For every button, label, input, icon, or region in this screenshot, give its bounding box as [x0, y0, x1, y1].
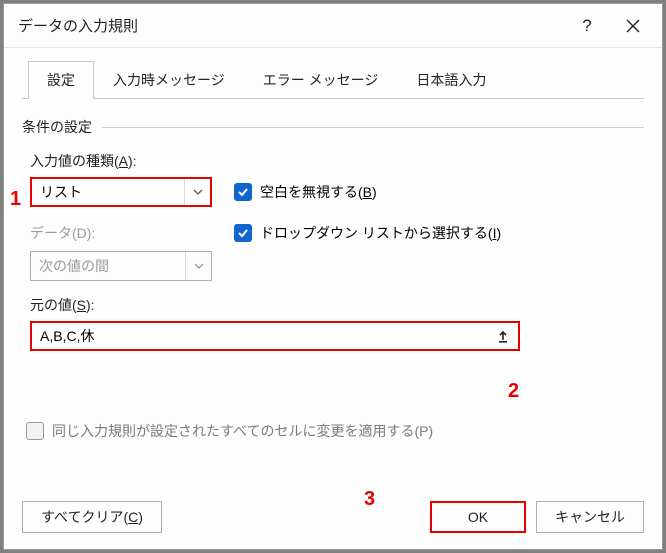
clear-all-button[interactable]: すべてクリア(C) — [22, 501, 162, 533]
ok-button[interactable]: OK — [430, 501, 526, 533]
data-value: 次の値の間 — [39, 256, 185, 276]
checkbox-checked-icon — [234, 183, 252, 201]
criteria-group: 条件の設定 — [22, 117, 644, 137]
tab-error-alert[interactable]: エラー メッセージ — [244, 61, 398, 99]
dialog-content: 設定 入力時メッセージ エラー メッセージ 日本語入力 条件の設定 入力値の種類… — [4, 48, 662, 491]
data-validation-dialog: データの入力規則 ? 設定 入力時メッセージ エラー メッセージ 日本語入力 条… — [3, 3, 663, 550]
data-combobox: 次の値の間 — [30, 251, 212, 281]
help-button[interactable]: ? — [564, 5, 610, 47]
chevron-down-icon — [185, 252, 211, 280]
criteria-label: 条件の設定 — [22, 117, 92, 137]
apply-to-all-label: 同じ入力規則が設定されたすべてのセルに変更を適用する(P) — [52, 421, 433, 441]
ignore-blank-checkbox[interactable]: 空白を無視する(B) — [234, 182, 377, 202]
settings-panel: 条件の設定 入力値の種類(A): リスト 空白を無視する(B) — [22, 98, 644, 441]
tab-ime-mode[interactable]: 日本語入力 — [397, 61, 505, 99]
annotation-2: 2 — [508, 380, 519, 403]
annotation-1: 1 — [10, 188, 21, 211]
checkbox-checked-icon — [234, 224, 252, 242]
in-cell-dropdown-checkbox[interactable]: ドロップダウン リストから選択する(I) — [234, 223, 501, 243]
annotation-3: 3 — [364, 488, 375, 511]
close-button[interactable] — [610, 5, 656, 47]
dialog-title: データの入力規則 — [18, 15, 564, 36]
divider — [102, 127, 644, 128]
range-select-button[interactable] — [492, 325, 514, 347]
range-select-icon — [496, 329, 510, 343]
allow-value: リスト — [40, 182, 184, 202]
tab-strip: 設定 入力時メッセージ エラー メッセージ 日本語入力 — [28, 60, 644, 98]
titlebar: データの入力規則 ? — [4, 4, 662, 48]
dialog-footer: すべてクリア(C) OK キャンセル — [4, 491, 662, 549]
allow-combobox[interactable]: リスト — [30, 177, 212, 207]
cancel-button[interactable]: キャンセル — [536, 501, 644, 533]
apply-to-all-checkbox: 同じ入力規則が設定されたすべてのセルに変更を適用する(P) — [26, 421, 644, 441]
tab-input-message[interactable]: 入力時メッセージ — [94, 61, 244, 99]
data-label: データ(D): — [30, 223, 222, 243]
allow-label: 入力値の種類(A): — [30, 151, 644, 171]
close-icon — [626, 19, 640, 33]
source-label: 元の値(S): — [30, 295, 644, 315]
source-input[interactable]: A,B,C,休 — [30, 321, 520, 351]
tab-settings[interactable]: 設定 — [28, 61, 94, 99]
source-value: A,B,C,休 — [40, 326, 492, 346]
chevron-down-icon — [184, 179, 210, 205]
checkbox-unchecked-icon — [26, 422, 44, 440]
